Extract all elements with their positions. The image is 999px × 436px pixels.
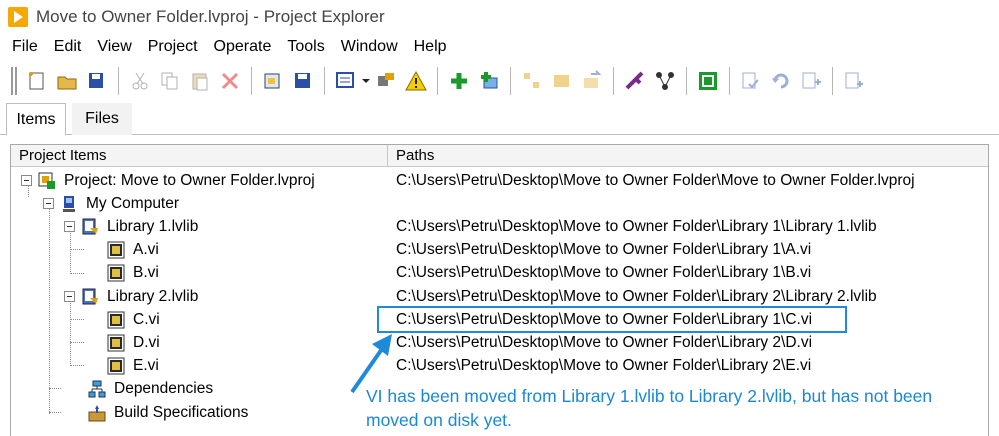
- tree-item-label: My Computer: [86, 194, 180, 212]
- tree-item-label: E.vi: [133, 356, 159, 374]
- menu-view[interactable]: View: [89, 38, 139, 56]
- tree-item-project[interactable]: Project: Move to Owner Folder.lvproj: [21, 169, 315, 192]
- run-icon[interactable]: [696, 69, 720, 93]
- title-bar: Move to Owner Folder.lvproj - Project Ex…: [0, 0, 999, 34]
- toolbar-grip[interactable]: [11, 67, 17, 95]
- collapse-toggle[interactable]: [64, 221, 75, 232]
- annotation-text: VI has been moved from Library 1.lvlib t…: [366, 386, 933, 430]
- tree-item-label: Library 2.lvlib: [107, 287, 199, 305]
- project-properties-icon[interactable]: [261, 69, 285, 93]
- source-control-check-icon[interactable]: [739, 69, 763, 93]
- tree-item-c-vi[interactable]: C.vi: [107, 308, 160, 331]
- library-icon: [81, 218, 99, 236]
- save-project-icon[interactable]: [291, 69, 315, 93]
- source-control-add-icon[interactable]: [799, 69, 823, 93]
- tree-item-e-vi[interactable]: E.vi: [107, 354, 159, 377]
- menu-window[interactable]: Window: [333, 38, 406, 56]
- path-cell: C:\Users\Petru\Desktop\Move to Owner Fol…: [396, 171, 915, 189]
- vi-icon: [107, 264, 125, 282]
- vi-icon: [107, 241, 125, 259]
- tree-item-library-2[interactable]: Library 2.lvlib: [64, 285, 198, 308]
- sort-icon[interactable]: [374, 69, 398, 93]
- collapse-icon[interactable]: [550, 69, 574, 93]
- tab-items[interactable]: Items: [6, 103, 66, 136]
- build-specifications-icon: [88, 404, 106, 422]
- column-header-project-items[interactable]: Project Items: [11, 145, 388, 167]
- vi-icon: [107, 334, 125, 352]
- library-icon: [81, 288, 99, 306]
- collapse-toggle[interactable]: [64, 291, 75, 302]
- project-icon: [38, 172, 56, 190]
- undo-checkout-icon[interactable]: [769, 69, 793, 93]
- menu-tools[interactable]: Tools: [279, 38, 332, 56]
- path-cell: C:\Users\Petru\Desktop\Move to Owner Fol…: [396, 240, 812, 258]
- tools-icon[interactable]: [623, 69, 647, 93]
- column-header-paths[interactable]: Paths: [388, 145, 988, 167]
- tree-item-dependencies[interactable]: Dependencies: [88, 377, 213, 400]
- tab-files[interactable]: Files: [72, 103, 132, 135]
- tree-item-build-specifications[interactable]: Build Specifications: [88, 401, 248, 424]
- expand-icon[interactable]: [520, 69, 544, 93]
- dependencies-icon: [88, 380, 106, 398]
- labview-app-icon: [8, 7, 28, 27]
- tree-item-my-computer[interactable]: My Computer: [43, 192, 179, 215]
- dropdown-arrow-icon[interactable]: [361, 69, 371, 93]
- paste-icon[interactable]: [188, 69, 212, 93]
- tab-strip: Items Files: [0, 101, 999, 136]
- add-folder-icon[interactable]: [477, 69, 501, 93]
- tree-item-label: A.vi: [133, 240, 159, 258]
- save-all-icon[interactable]: [85, 69, 109, 93]
- cut-icon[interactable]: [128, 69, 152, 93]
- path-cell: C:\Users\Petru\Desktop\Move to Owner Fol…: [396, 263, 812, 281]
- add-item-icon[interactable]: [447, 69, 471, 93]
- computer-icon: [60, 195, 78, 213]
- tree-item-d-vi[interactable]: D.vi: [107, 331, 160, 354]
- source-control-new-icon[interactable]: [842, 69, 866, 93]
- view-options-icon[interactable]: [334, 69, 358, 93]
- path-cell: C:\Users\Petru\Desktop\Move to Owner Fol…: [396, 217, 877, 235]
- delete-icon[interactable]: [218, 69, 242, 93]
- tree-item-b-vi[interactable]: B.vi: [107, 261, 159, 284]
- hierarchy-icon[interactable]: [653, 69, 677, 93]
- tree-item-label: D.vi: [133, 333, 160, 351]
- toolbar: [0, 62, 999, 100]
- path-cell: C:\Users\Petru\Desktop\Move to Owner Fol…: [396, 333, 813, 351]
- menu-file[interactable]: File: [4, 38, 46, 56]
- vi-icon: [107, 357, 125, 375]
- highlight-box: [377, 306, 847, 333]
- menu-help[interactable]: Help: [406, 38, 455, 56]
- tree-item-label: B.vi: [133, 263, 159, 281]
- new-icon[interactable]: [25, 69, 49, 93]
- collapse-toggle[interactable]: [21, 175, 32, 186]
- open-icon[interactable]: [55, 69, 79, 93]
- path-cell: C:\Users\Petru\Desktop\Move to Owner Fol…: [396, 356, 812, 374]
- menu-bar: File Edit View Project Operate Tools Win…: [0, 35, 999, 59]
- path-cell: C:\Users\Petru\Desktop\Move to Owner Fol…: [396, 287, 877, 305]
- tree-item-label: Project: Move to Owner Folder.lvproj: [64, 171, 315, 189]
- tree-item-label: C.vi: [133, 310, 160, 328]
- menu-project[interactable]: Project: [140, 38, 206, 56]
- menu-operate[interactable]: Operate: [206, 38, 280, 56]
- copy-icon[interactable]: [158, 69, 182, 93]
- tree-item-library-1[interactable]: Library 1.lvlib: [64, 215, 198, 238]
- tree-item-label: Library 1.lvlib: [107, 217, 199, 235]
- tree-item-label: Build Specifications: [114, 403, 249, 421]
- move-icon[interactable]: [580, 69, 604, 93]
- warning-icon[interactable]: [404, 69, 428, 93]
- tree-item-label: Dependencies: [114, 379, 214, 397]
- vi-icon: [107, 311, 125, 329]
- collapse-toggle[interactable]: [43, 198, 54, 209]
- menu-edit[interactable]: Edit: [46, 38, 90, 56]
- window-title: Move to Owner Folder.lvproj - Project Ex…: [36, 7, 385, 26]
- tree-item-a-vi[interactable]: A.vi: [107, 238, 159, 261]
